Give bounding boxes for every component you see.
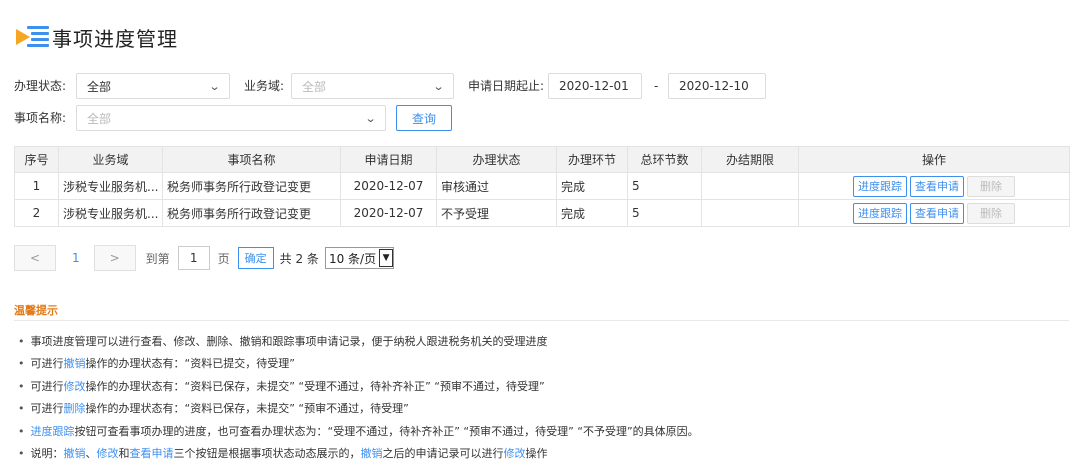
col-header-deadline: 办结期限 bbox=[701, 146, 799, 173]
total-count-text: 共 2 条 bbox=[279, 251, 319, 266]
cell-total: 5 bbox=[627, 172, 702, 200]
pagination: < 1 > 到第 1 页 确定 共 2 条 10 条/页 ▼ bbox=[14, 245, 395, 271]
cell-actions: 进度跟踪 查看申请 删除 bbox=[798, 172, 1070, 200]
status-select-value: 全部 bbox=[87, 79, 112, 94]
item-filter-label: 事项名称: bbox=[14, 111, 67, 125]
cell-domain: 涉税专业服务机... bbox=[58, 172, 163, 200]
col-header-actions: 操作 bbox=[798, 146, 1070, 173]
cell-no: 1 bbox=[14, 172, 59, 200]
tip-item: 可进行删除操作的办理状态有：“资料已保存，未提交” “预审不通过，待受理” bbox=[18, 398, 699, 420]
cell-domain: 涉税专业服务机... bbox=[58, 199, 163, 227]
track-progress-button[interactable]: 进度跟踪 bbox=[853, 175, 907, 197]
item-select-placeholder: 全部 bbox=[87, 111, 112, 126]
tip-item: 可进行撤销操作的办理状态有：“资料已提交，待受理” bbox=[18, 353, 699, 375]
cell-status: 审核通过 bbox=[436, 172, 557, 200]
chevron-down-icon: ⌄ bbox=[432, 79, 445, 93]
track-progress-button[interactable]: 进度跟踪 bbox=[853, 202, 907, 224]
col-header-stage: 办理环节 bbox=[556, 146, 628, 173]
col-header-status: 办理状态 bbox=[436, 146, 557, 173]
table-row: 2 涉税专业服务机... 税务师事务所行政登记变更 2020-12-07 不予受… bbox=[14, 199, 1070, 227]
tip-item: 进度跟踪按钮可查看事项办理的进度，也可查看办理状态为：“受理不通过，待补齐补正”… bbox=[18, 421, 699, 443]
tips-title: 温馨提示 bbox=[14, 304, 58, 317]
domain-select-placeholder: 全部 bbox=[302, 79, 327, 94]
chevron-down-icon: ⌄ bbox=[364, 111, 377, 125]
tips-list: 事项进度管理可以进行查看、修改、删除、撤销和跟踪事项申请记录，便于纳税人跟进税务… bbox=[18, 331, 699, 465]
confirm-jump-button[interactable]: 确定 bbox=[237, 247, 274, 269]
tip-item: 事项进度管理可以进行查看、修改、删除、撤销和跟踪事项申请记录，便于纳税人跟进税务… bbox=[18, 331, 699, 353]
page-title: 事项进度管理 bbox=[52, 26, 178, 51]
col-header-item: 事项名称 bbox=[162, 146, 341, 173]
status-select[interactable]: 全部 ⌄ bbox=[76, 73, 230, 99]
page-unit-label: 页 bbox=[217, 251, 230, 266]
status-filter-label: 办理状态: bbox=[14, 79, 67, 93]
cell-total: 5 bbox=[627, 199, 702, 227]
cell-item: 税务师事务所行政登记变更 bbox=[162, 199, 341, 227]
list-play-icon bbox=[14, 25, 50, 49]
next-page-button[interactable]: > bbox=[93, 245, 136, 271]
delete-button: 删除 bbox=[967, 175, 1015, 197]
page-size-select[interactable]: 10 条/页 ▼ bbox=[324, 247, 395, 269]
cell-deadline bbox=[701, 172, 799, 200]
cell-date: 2020-12-07 bbox=[340, 199, 437, 227]
date-separator: - bbox=[654, 79, 659, 93]
chevron-down-icon: ▼ bbox=[379, 249, 394, 267]
date-to-input[interactable]: 2020-12-10 bbox=[668, 73, 766, 99]
page-header: 事项进度管理 bbox=[14, 22, 178, 52]
date-range-label: 申请日期起止: bbox=[468, 79, 545, 93]
tips-divider bbox=[14, 320, 1069, 321]
item-select[interactable]: 全部 ⌄ bbox=[76, 105, 386, 131]
cell-item: 税务师事务所行政登记变更 bbox=[162, 172, 341, 200]
delete-button: 删除 bbox=[967, 202, 1015, 224]
domain-select[interactable]: 全部 ⌄ bbox=[291, 73, 454, 99]
table-header-row: 序号 业务域 事项名称 申请日期 办理状态 办理环节 总环节数 办结期限 操作 bbox=[14, 146, 1070, 173]
col-header-date: 申请日期 bbox=[340, 146, 437, 173]
col-header-domain: 业务域 bbox=[58, 146, 163, 173]
query-button[interactable]: 查询 bbox=[396, 105, 452, 131]
page-size-value: 10 条/页 bbox=[328, 251, 377, 266]
domain-filter-label: 业务域: bbox=[244, 79, 285, 93]
cell-no: 2 bbox=[14, 199, 59, 227]
date-from-input[interactable]: 2020-12-01 bbox=[548, 73, 642, 99]
page-jump-input[interactable]: 1 bbox=[177, 246, 210, 270]
table-row: 1 涉税专业服务机... 税务师事务所行政登记变更 2020-12-07 审核通… bbox=[14, 172, 1070, 200]
cell-date: 2020-12-07 bbox=[340, 172, 437, 200]
tip-item: 可进行修改操作的办理状态有：“资料已保存，未提交” “受理不通过，待补齐补正” … bbox=[18, 376, 699, 398]
results-table: 序号 业务域 事项名称 申请日期 办理状态 办理环节 总环节数 办结期限 操作 … bbox=[14, 146, 1070, 227]
chevron-down-icon: ⌄ bbox=[208, 79, 221, 93]
cell-actions: 进度跟踪 查看申请 删除 bbox=[798, 199, 1070, 227]
col-header-no: 序号 bbox=[14, 146, 59, 173]
goto-label: 到第 bbox=[145, 251, 170, 266]
view-application-button[interactable]: 查看申请 bbox=[910, 202, 964, 224]
cell-deadline bbox=[701, 199, 799, 227]
cell-stage: 完成 bbox=[556, 199, 628, 227]
view-application-button[interactable]: 查看申请 bbox=[910, 175, 964, 197]
cell-stage: 完成 bbox=[556, 172, 628, 200]
col-header-total: 总环节数 bbox=[627, 146, 702, 173]
tip-item: 说明：撤销、修改和查看申请三个按钮是根据事项状态动态展示的，撤销之后的申请记录可… bbox=[18, 443, 699, 465]
prev-page-button[interactable]: < bbox=[14, 245, 56, 271]
page-number-current[interactable]: 1 bbox=[72, 251, 80, 265]
cell-status: 不予受理 bbox=[436, 199, 557, 227]
